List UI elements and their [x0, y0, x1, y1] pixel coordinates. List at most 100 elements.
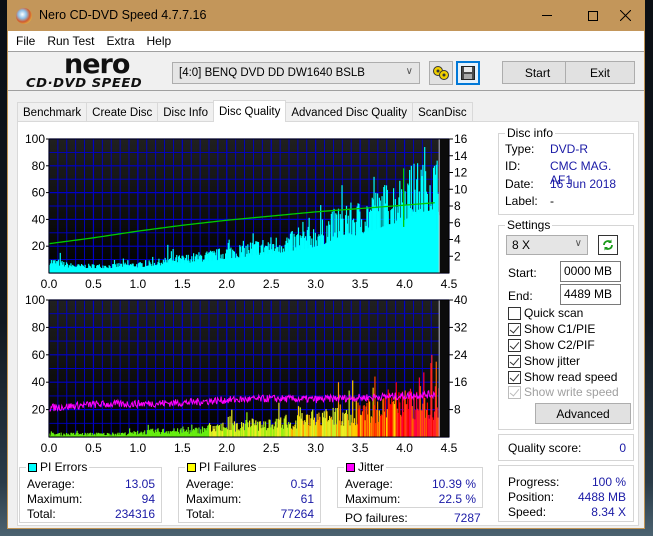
drive-select[interactable]: [4:0] BENQ DVD DD DW1640 BSLB ∨ — [172, 62, 420, 84]
y-right-tick-label: 12 — [454, 166, 468, 180]
show-c2-label: Show C2/PIF — [524, 338, 595, 352]
y-right-tick-label: 16 — [454, 132, 468, 146]
speed-value: 8.34 X — [591, 505, 626, 519]
y-right-tick-label: 8 — [454, 403, 461, 417]
show-write-speed-label: Show write speed — [524, 385, 619, 399]
pi-failures-total-value: 77264 — [280, 507, 314, 521]
y-left-tick-label: 60 — [32, 348, 46, 362]
pi-failures-group: PI Failures Average: 0.54 Maximum: 61 To… — [178, 460, 321, 523]
start-button[interactable]: Start — [502, 61, 573, 84]
disc-info-title: Disc info — [505, 126, 556, 140]
pi-errors-title-text: PI Errors — [40, 460, 88, 474]
refresh-speed-button[interactable] — [598, 235, 618, 255]
disc-label-label: Label: — [505, 194, 538, 208]
y-right-tick-label: 32 — [454, 320, 468, 334]
unscanned-area — [439, 139, 449, 273]
tab-disc-info[interactable]: Disc Info — [157, 102, 214, 122]
x-tick-label: 2.5 — [263, 441, 280, 455]
title-bar[interactable]: Nero CD-DVD Speed 4.7.7.16 — [8, 0, 644, 31]
x-tick-label: 1.5 — [174, 277, 191, 291]
menu-help[interactable]: Help — [141, 34, 178, 48]
disc-type-label: Type: — [505, 142, 535, 156]
quick-scan-label: Quick scan — [524, 306, 584, 320]
jitter-group: Jitter Average: 10.39 % Maximum: 22.5 % — [337, 460, 483, 508]
pi-failures-title: PI Failures — [185, 460, 259, 474]
quality-score-label: Quality score: — [508, 441, 582, 455]
end-input[interactable]: 4489 MB — [560, 284, 621, 305]
y-left-tick-label: 20 — [32, 403, 46, 417]
chevron-down-icon: ∨ — [405, 66, 413, 77]
menu-run-test[interactable]: Run Test — [41, 34, 100, 48]
x-tick-label: 2.0 — [218, 441, 235, 455]
y-right-tick-label: 10 — [454, 182, 468, 196]
x-tick-label: 1.5 — [174, 441, 191, 455]
show-c1-box[interactable] — [508, 323, 521, 336]
close-button[interactable] — [602, 0, 648, 31]
progress-group: Progress: 100 % Position: 4488 MB Speed:… — [498, 465, 634, 522]
menu-bar: File Run Test Extra Help — [8, 31, 644, 51]
pi-errors-max-label: Maximum: — [27, 492, 83, 506]
refresh-icon — [603, 239, 613, 251]
y-right-tick-label: 14 — [454, 149, 468, 163]
speed-select[interactable]: 8 X ∨ — [506, 235, 588, 255]
tab-create-disc[interactable]: Create Disc — [86, 102, 159, 122]
tab-advanced-disc-quality[interactable]: Advanced Disc Quality — [285, 102, 414, 122]
pi-failures-total-label: Total: — [186, 507, 215, 521]
show-jitter-box[interactable] — [508, 355, 521, 368]
quick-scan-box[interactable] — [508, 307, 521, 320]
maximize-icon — [588, 10, 598, 21]
y-right-tick-label: 24 — [454, 348, 468, 362]
disc-info-group: Disc info Type: DVD-R ID: CMC MAG. AF1 D… — [498, 126, 634, 215]
window-title: Nero CD-DVD Speed 4.7.7.16 — [39, 8, 207, 22]
tab-disc-quality[interactable]: Disc Quality — [213, 100, 287, 122]
speed-select-value: 8 X — [512, 238, 531, 252]
jitter-title: Jitter — [344, 460, 387, 474]
speed-label: Speed: — [508, 505, 547, 519]
x-tick-label: 0.0 — [41, 277, 58, 291]
minimize-button[interactable] — [524, 0, 570, 31]
x-tick-label: 3.5 — [352, 441, 369, 455]
start-input[interactable]: 0000 MB — [560, 261, 621, 282]
x-tick-label: 4.5 — [441, 277, 458, 291]
pi-failures-max-label: Maximum: — [186, 492, 242, 506]
jitter-max-label: Maximum: — [345, 492, 401, 506]
y-left-tick-label: 20 — [32, 239, 46, 253]
position-label: Position: — [508, 490, 555, 504]
pi-failures-legend-icon — [187, 463, 196, 472]
chevron-down-icon: ∨ — [574, 238, 582, 249]
pi-errors-avg-value: 13.05 — [124, 477, 155, 491]
menu-extra[interactable]: Extra — [100, 34, 140, 48]
show-c1-label: Show C1/PIE — [524, 322, 596, 336]
tab-benchmark[interactable]: Benchmark — [17, 102, 88, 122]
show-read-speed-label: Show read speed — [524, 370, 618, 384]
show-c2-box[interactable] — [508, 339, 521, 352]
app-window: Nero CD-DVD Speed 4.7.7.16 File Run Test… — [7, 0, 645, 529]
drive-config-button[interactable] — [429, 61, 453, 85]
disc-id-label: ID: — [505, 159, 521, 173]
pi-failures-title-text: PI Failures — [199, 460, 257, 474]
x-tick-label: 3.5 — [352, 277, 369, 291]
logo-sub-text: CD·DVD SPEED — [26, 75, 143, 90]
pi-failures-chart: 20 40 60 80 100 8 16 24 32 40 0.0 0.5 1.0 1.5 2.0 2.5 3.… — [25, 293, 468, 455]
y-left-tick-label: 60 — [32, 186, 46, 200]
jitter-avg-value: 10.39 % — [431, 477, 476, 491]
show-jitter-label: Show jitter — [524, 354, 581, 368]
x-tick-label: 4.0 — [396, 277, 413, 291]
jitter-max-value: 22.5 % — [438, 492, 476, 506]
po-failures-value: 7287 — [454, 511, 481, 525]
menu-file[interactable]: File — [10, 34, 41, 48]
y-right-tick-label: 16 — [454, 375, 468, 389]
show-read-speed-box[interactable] — [508, 371, 521, 384]
drive-select-value: [4:0] BENQ DVD DD DW1640 BSLB — [179, 67, 365, 79]
pi-errors-total-label: Total: — [27, 507, 56, 521]
close-icon — [619, 10, 631, 21]
exit-button[interactable]: Exit — [565, 61, 635, 84]
y-right-tick-label: 40 — [454, 293, 468, 307]
save-button[interactable] — [456, 61, 480, 85]
tab-scandisc[interactable]: ScanDisc — [412, 102, 473, 122]
unscanned-area — [439, 300, 449, 437]
y-right-tick-label: 8 — [454, 199, 461, 213]
app-icon — [16, 8, 32, 24]
progress-value: 100 % — [591, 475, 626, 489]
advanced-button[interactable]: Advanced — [535, 403, 631, 424]
